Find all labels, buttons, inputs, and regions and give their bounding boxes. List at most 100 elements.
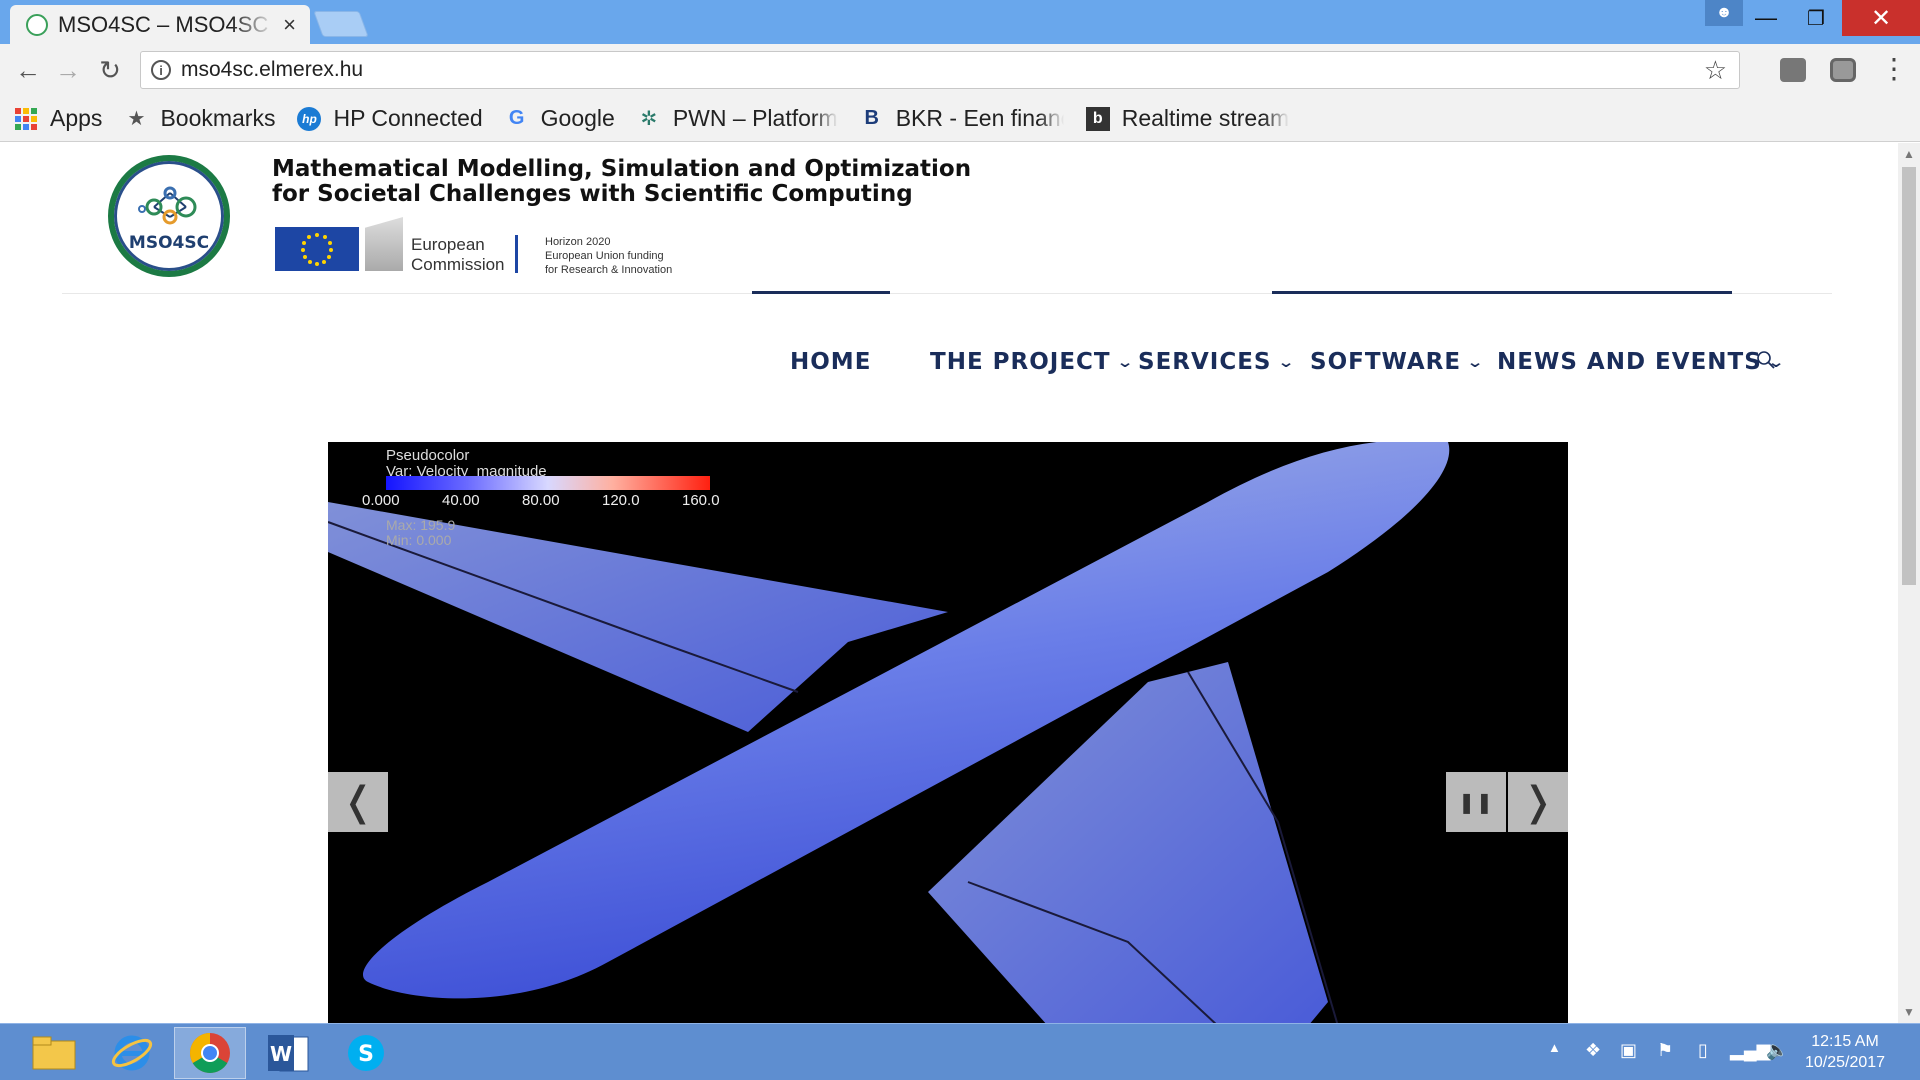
bkr-icon: B: [864, 107, 879, 129]
bookmark-label: HP Connected: [333, 105, 483, 131]
signal-icon[interactable]: ▂▄▆: [1730, 1040, 1770, 1061]
european-commission-label: European Commission: [411, 235, 505, 275]
tick-label: 40.00: [442, 492, 480, 509]
bookmark-label: Apps: [50, 105, 103, 131]
slider-next-button[interactable]: ❭: [1508, 772, 1568, 832]
bookmark-label: Realtime stream: [1121, 105, 1290, 131]
maximize-button[interactable]: ❐: [1790, 0, 1842, 36]
svg-text:W: W: [270, 1042, 292, 1066]
h2020-text-line: for Research & Innovation: [545, 264, 673, 276]
nav-label: SERVICES: [1138, 349, 1272, 375]
realtime-icon: b: [1085, 106, 1110, 131]
star-icon: ★: [127, 108, 146, 130]
ec-text-line: Commission: [411, 255, 505, 274]
slider-pause-button[interactable]: ❚❚: [1446, 772, 1506, 832]
scroll-up-arrow-icon[interactable]: ▲: [1903, 147, 1915, 161]
divider: [515, 235, 518, 273]
skype-icon[interactable]: S: [330, 1027, 402, 1079]
back-button[interactable]: ←: [10, 52, 46, 88]
h2020-text-line: European Union funding: [545, 250, 664, 262]
show-hidden-icons-icon[interactable]: ▲: [1548, 1040, 1561, 1055]
browser-titlebar: MSO4SC – MSO4SC × ☻ — ❐ ✕: [0, 0, 1920, 44]
chevron-down-icon: ⌄: [1115, 353, 1135, 371]
mso4sc-favicon-icon: [26, 13, 48, 36]
extension-icon[interactable]: [1830, 58, 1856, 82]
ec-text-line: European: [411, 235, 485, 254]
mso4sc-logo[interactable]: MSO4SC: [108, 155, 230, 277]
bookmark-hp-connected[interactable]: hp HP Connected: [297, 105, 483, 132]
molecule-icon: [138, 186, 197, 225]
page-scrollbar[interactable]: ▲ ▼: [1898, 143, 1920, 1023]
nav-item-software[interactable]: SOFTWARE ⌄: [1310, 349, 1486, 375]
new-tab-button[interactable]: [313, 11, 369, 37]
close-window-button[interactable]: ✕: [1842, 0, 1920, 36]
web-page: MSO4SC Mathematical Modelling, Simulatio…: [0, 143, 1898, 1023]
nav-item-the-project[interactable]: THE PROJECT ⌄: [930, 349, 1135, 375]
site-info-icon[interactable]: i: [151, 60, 171, 80]
bookmarks-bar: Apps ★ Bookmarks hp HP Connected G Googl…: [0, 96, 1920, 142]
chevron-down-icon: ⌄: [1276, 353, 1296, 371]
word-icon[interactable]: W: [252, 1027, 324, 1079]
forward-button[interactable]: →: [50, 52, 86, 88]
bookmark-bkr[interactable]: B BKR - Een financ: [860, 105, 1064, 132]
file-explorer-icon[interactable]: [18, 1027, 90, 1079]
address-bar[interactable]: i mso4sc.elmerex.hu ☆: [140, 51, 1740, 89]
tick-label: 0.000: [362, 492, 400, 509]
action-center-flag-icon[interactable]: ⚑: [1657, 1040, 1673, 1061]
legend-title: Pseudocolor: [386, 447, 470, 464]
dropbox-icon[interactable]: ❖: [1585, 1040, 1601, 1061]
nav-label: SOFTWARE: [1310, 349, 1462, 375]
volume-muted-icon[interactable]: 🔈: [1766, 1040, 1788, 1061]
bookmark-bookmarks[interactable]: ★ Bookmarks: [124, 105, 275, 132]
site-title: Mathematical Modelling, Simulation and O…: [272, 157, 971, 207]
bookmark-label: Bookmarks: [160, 105, 276, 131]
network-monitor-icon[interactable]: ▣: [1620, 1040, 1637, 1061]
max-value: Max: 195.9: [386, 517, 456, 533]
image-slider: Pseudocolor Var: Velocity_magnitude 0.00…: [328, 442, 1568, 1023]
google-icon: G: [508, 107, 525, 129]
minimize-button[interactable]: —: [1740, 0, 1792, 36]
internet-explorer-icon[interactable]: [96, 1027, 168, 1079]
search-icon[interactable]: [1756, 350, 1776, 370]
system-clock[interactable]: 12:15 AM 10/25/2017: [1800, 1031, 1890, 1073]
slider-prev-button[interactable]: ❬: [328, 772, 388, 832]
tick-label: 80.00: [522, 492, 560, 509]
nav-item-home[interactable]: HOME: [790, 349, 871, 375]
reload-button[interactable]: ↻: [92, 52, 128, 88]
scroll-thumb[interactable]: [1902, 167, 1916, 585]
svg-text:S: S: [358, 1042, 374, 1067]
bookmark-apps[interactable]: Apps: [14, 105, 102, 132]
nav-accent-line: [1272, 291, 1732, 294]
bookmark-realtime[interactable]: b Realtime stream: [1085, 105, 1290, 132]
pwn-icon: ✲: [640, 108, 658, 130]
airplane-simulation-image: [328, 442, 1450, 1023]
commission-building-icon: [365, 217, 403, 271]
bookmark-pwn[interactable]: ✲ PWN – Platform: [637, 105, 838, 132]
scroll-down-arrow-icon[interactable]: ▼: [1903, 1005, 1915, 1019]
nav-item-news-and-events[interactable]: NEWS AND EVENTS ⌄: [1497, 349, 1785, 375]
site-title-line: Mathematical Modelling, Simulation and O…: [272, 156, 972, 182]
clock-date: 10/25/2017: [1804, 1054, 1886, 1071]
horizon-2020-label: Horizon 2020 European Union funding for …: [545, 235, 672, 277]
bookmark-label: BKR - Een financ: [895, 105, 1064, 131]
user-profile-icon[interactable]: ☻: [1705, 0, 1743, 26]
extension-icon[interactable]: [1780, 58, 1806, 82]
bookmark-label: PWN – Platform: [672, 105, 838, 131]
apps-grid-icon: [14, 107, 38, 131]
battery-icon[interactable]: ▯: [1698, 1040, 1708, 1061]
browser-menu-icon[interactable]: ⋮: [1880, 52, 1908, 85]
logo-text: MSO4SC: [128, 233, 210, 253]
h2020-text-line: Horizon 2020: [545, 236, 611, 248]
funding-logos: European Commission Horizon 2020 Europea…: [275, 209, 695, 279]
min-value: Min: 0.000: [386, 532, 452, 548]
browser-tab[interactable]: MSO4SC – MSO4SC ×: [10, 5, 310, 44]
close-tab-icon[interactable]: ×: [283, 12, 296, 38]
tick-label: 160.0: [682, 492, 720, 509]
bookmark-google[interactable]: G Google: [505, 105, 615, 132]
bookmark-star-icon[interactable]: ☆: [1704, 55, 1727, 86]
colorbar-range: Max: 195.9 Min: 0.000: [386, 518, 455, 548]
url-text[interactable]: mso4sc.elmerex.hu: [181, 58, 363, 82]
chevron-down-icon: ⌄: [1466, 353, 1486, 371]
chrome-icon[interactable]: [174, 1027, 246, 1079]
nav-item-services[interactable]: SERVICES ⌄: [1138, 349, 1296, 375]
